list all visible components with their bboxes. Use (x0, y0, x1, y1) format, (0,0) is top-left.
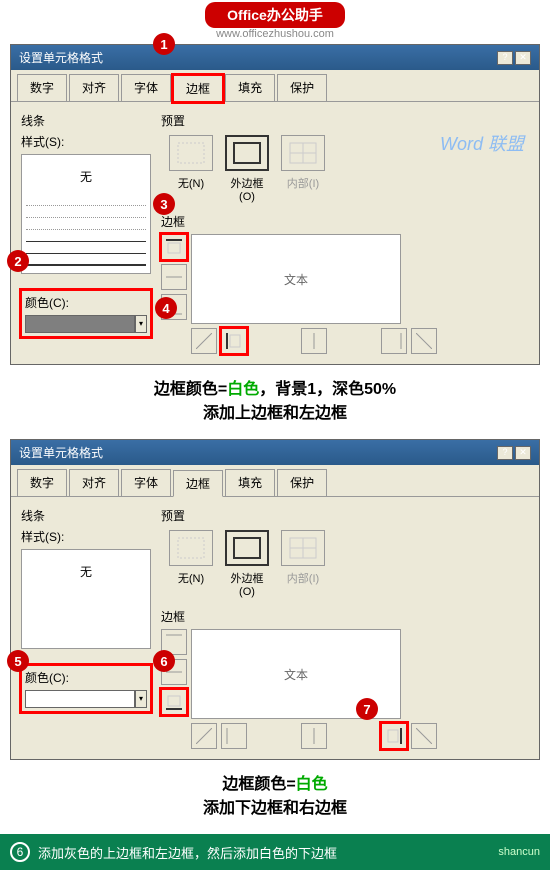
border-diag-down-button[interactable] (411, 723, 437, 749)
preset-inner-label: 内部(I) (281, 175, 325, 203)
preset-outer-label: 外边框(O) (225, 570, 269, 598)
style-label: 样式(S): (21, 133, 151, 150)
border-diag-up-button[interactable] (191, 723, 217, 749)
titlebar: 设置单元格格式 ? ✕ (11, 45, 539, 70)
tab-strip: 数字 对齐 字体 边框 填充 保护 (11, 465, 539, 497)
border-right-button[interactable] (381, 328, 407, 354)
preset-outer-button[interactable] (225, 135, 269, 171)
tab-font[interactable]: 字体 (121, 74, 171, 101)
preset-outer-button[interactable] (225, 530, 269, 566)
preset-inner-label: 内部(I) (281, 570, 325, 598)
banner-title: Office办公助手 (205, 2, 345, 28)
tab-protect[interactable]: 保护 (277, 74, 327, 101)
preview-text: 文本 (284, 271, 308, 288)
border-left-button[interactable] (221, 328, 247, 354)
preset-group-label: 预置 (161, 507, 529, 524)
tab-font[interactable]: 字体 (121, 469, 171, 496)
tab-align[interactable]: 对齐 (69, 469, 119, 496)
color-swatch[interactable] (25, 315, 135, 333)
caption-2: 边框颜色=白色 添加下边框和右边框 (0, 770, 550, 818)
border-diag-down-button[interactable] (411, 328, 437, 354)
dialog-title: 设置单元格格式 (19, 49, 103, 66)
banner-url: www.officezhushou.com (0, 28, 550, 40)
border-diag-up-button[interactable] (191, 328, 217, 354)
color-label: 颜色(C): (25, 669, 147, 686)
preset-none-label: 无(N) (169, 570, 213, 598)
footer-step: 6 添加灰色的上边框和左边框，然后添加白色的下边框 shancun (0, 834, 550, 870)
tab-border[interactable]: 边框 (173, 470, 223, 497)
footer-step-text: 添加灰色的上边框和左边框，然后添加白色的下边框 (38, 843, 337, 862)
footer-logo: shancun (498, 846, 540, 858)
format-cells-dialog-2: 5 6 7 设置单元格格式 ? ✕ 数字 对齐 字体 边框 填充 保护 线条 样… (10, 439, 540, 760)
close-button[interactable]: ✕ (515, 446, 531, 460)
marker-1: 1 (153, 33, 175, 55)
tab-border[interactable]: 边框 (173, 75, 223, 102)
preset-inner-button[interactable] (281, 530, 325, 566)
tab-number[interactable]: 数字 (17, 469, 67, 496)
dialog-title: 设置单元格格式 (19, 444, 103, 461)
marker-2: 2 (7, 250, 29, 272)
format-cells-dialog-1: Word 联盟 1 2 3 4 设置单元格格式 ? ✕ 数字 对齐 字体 边框 … (10, 44, 540, 365)
close-button[interactable]: ✕ (515, 51, 531, 65)
marker-4: 4 (155, 297, 177, 319)
border-group-label: 边框 (161, 608, 529, 625)
border-group-label: 边框 (161, 213, 529, 230)
line-style-list[interactable]: 无 (21, 549, 151, 649)
color-label: 颜色(C): (25, 294, 147, 311)
tab-number[interactable]: 数字 (17, 74, 67, 101)
color-dropdown[interactable]: ▾ (135, 315, 147, 333)
marker-5: 5 (7, 650, 29, 672)
help-button[interactable]: ? (497, 51, 513, 65)
preview-text: 文本 (284, 666, 308, 683)
tab-strip: 数字 对齐 字体 边框 填充 保护 (11, 70, 539, 102)
tab-protect[interactable]: 保护 (277, 469, 327, 496)
border-bottom-button[interactable] (161, 689, 187, 715)
line-style-list[interactable]: 无 (21, 154, 151, 274)
marker-3: 3 (153, 193, 175, 215)
marker-7: 7 (356, 698, 378, 720)
help-button[interactable]: ? (497, 446, 513, 460)
caption-1: 边框颜色=白色，背景1，深色50% 添加上边框和左边框 (0, 375, 550, 423)
preset-inner-button[interactable] (281, 135, 325, 171)
preset-outer-label: 外边框(O) (225, 175, 269, 203)
style-none-option[interactable]: 无 (26, 159, 146, 194)
border-mid-h-button[interactable] (161, 264, 187, 290)
border-mid-v-button[interactable] (301, 328, 327, 354)
border-top-button[interactable] (161, 234, 187, 260)
border-right-button[interactable] (381, 723, 407, 749)
style-label: 样式(S): (21, 528, 151, 545)
border-mid-v-button[interactable] (301, 723, 327, 749)
style-none-option[interactable]: 无 (26, 554, 146, 589)
color-dropdown[interactable]: ▾ (135, 690, 147, 708)
tab-align[interactable]: 对齐 (69, 74, 119, 101)
preset-none-button[interactable] (169, 530, 213, 566)
preset-group-label: 预置 (161, 112, 529, 129)
border-left-button[interactable] (221, 723, 247, 749)
tab-fill[interactable]: 填充 (225, 469, 275, 496)
tab-fill[interactable]: 填充 (225, 74, 275, 101)
footer-step-number: 6 (10, 842, 30, 862)
color-swatch[interactable] (25, 690, 135, 708)
preset-none-button[interactable] (169, 135, 213, 171)
lines-group-label: 线条 (21, 112, 151, 129)
marker-6: 6 (153, 650, 175, 672)
border-preview: 文本 (191, 234, 401, 324)
preset-none-label: 无(N) (169, 175, 213, 203)
titlebar: 设置单元格格式 ? ✕ (11, 440, 539, 465)
lines-group-label: 线条 (21, 507, 151, 524)
